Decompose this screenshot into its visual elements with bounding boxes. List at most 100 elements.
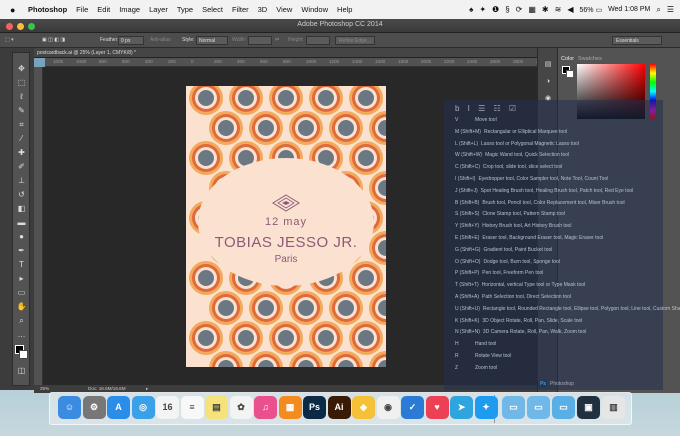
options-bar: ⬚ ▾ ▣ ◫ ◧ ◨ Feather: 0 px Anti-alias Sty… bbox=[0, 33, 680, 48]
notification-icon[interactable]: ❶ bbox=[492, 5, 499, 14]
selection-mode-icons[interactable]: ▣ ◫ ◧ ◨ bbox=[42, 37, 65, 43]
background-color-swatch[interactable] bbox=[19, 350, 28, 359]
notification-center-icon[interactable]: ☰ bbox=[667, 5, 674, 14]
tab-swatches[interactable]: Swatches bbox=[578, 56, 602, 62]
menu-view[interactable]: View bbox=[276, 5, 292, 14]
dropbox-icon[interactable]: ♠ bbox=[469, 5, 473, 14]
system-prefs-icon[interactable]: ⚙ bbox=[82, 396, 106, 419]
quick-select-tool-icon[interactable]: ✎ bbox=[16, 105, 27, 116]
width-input[interactable] bbox=[248, 36, 272, 45]
brush-tool-icon[interactable]: ✐ bbox=[16, 161, 27, 172]
sketch-icon[interactable]: ◆ bbox=[352, 396, 375, 419]
antialias-checkbox[interactable]: Anti-alias bbox=[150, 37, 171, 43]
shape-tool-icon[interactable]: ▭ bbox=[16, 287, 27, 298]
clock[interactable]: Wed 1:08 PM bbox=[608, 6, 650, 13]
itunes-icon[interactable]: ♫ bbox=[254, 396, 277, 419]
menu-3d[interactable]: 3D bbox=[258, 5, 268, 14]
menu-layer[interactable]: Layer bbox=[149, 5, 168, 14]
twitter-icon[interactable]: ✦ bbox=[474, 396, 498, 419]
photoshop-icon[interactable]: Ps bbox=[303, 396, 326, 419]
menu-type[interactable]: Type bbox=[177, 5, 193, 14]
sync-icon[interactable]: ⟳ bbox=[516, 5, 523, 14]
flower-circle bbox=[309, 321, 343, 355]
pocket-icon[interactable]: ♥ bbox=[425, 396, 449, 419]
eyedropper-tool-icon[interactable]: ⁄ bbox=[16, 133, 27, 144]
healing-tool-icon[interactable]: ✚ bbox=[16, 147, 27, 158]
height-input[interactable] bbox=[306, 36, 330, 45]
folder-icon[interactable]: ▭ bbox=[502, 396, 525, 419]
finder-icon[interactable]: ☺ bbox=[58, 396, 81, 419]
menu-file[interactable]: File bbox=[76, 5, 88, 14]
menu-help[interactable]: Help bbox=[337, 5, 352, 14]
safari-icon[interactable]: ◎ bbox=[131, 396, 155, 419]
eraser-tool-icon[interactable]: ◧ bbox=[16, 203, 27, 214]
notes-icon[interactable]: ▤ bbox=[205, 396, 228, 419]
history-icon[interactable]: ▤ bbox=[543, 60, 553, 69]
menu-image[interactable]: Image bbox=[119, 5, 140, 14]
downloads-folder-icon[interactable]: ▭ bbox=[552, 396, 575, 419]
gradient-tool-icon[interactable]: ▬ bbox=[16, 217, 27, 228]
illustrator-icon[interactable]: Ai bbox=[327, 396, 351, 419]
flower-circle bbox=[189, 141, 223, 175]
ruler-tick-label: 600 bbox=[260, 59, 268, 64]
feather-input[interactable]: 0 px bbox=[118, 36, 144, 45]
shortcut-key: C (Shift+C) bbox=[455, 164, 480, 171]
shortcut-item: G (Shift+G) Gradient tool, Paint Bucket t… bbox=[455, 247, 552, 253]
flower-circle bbox=[369, 291, 386, 325]
calendar-icon[interactable]: 16 bbox=[156, 396, 179, 419]
app-store-icon[interactable]: A bbox=[107, 396, 130, 419]
menu-window[interactable]: Window bbox=[301, 5, 328, 14]
style-select[interactable]: Normal bbox=[196, 36, 228, 45]
marquee-tool-icon[interactable]: ⬚ bbox=[16, 77, 27, 88]
apple-icon[interactable]: ● bbox=[10, 5, 22, 15]
screen-icon[interactable]: ▣ bbox=[577, 396, 600, 419]
menu-select[interactable]: Select bbox=[202, 5, 223, 14]
crop-tool-icon[interactable]: ⌗ bbox=[16, 119, 27, 130]
skype-icon[interactable]: § bbox=[505, 5, 509, 14]
workspace-select[interactable]: Essentials bbox=[612, 36, 662, 45]
refine-edge-button[interactable]: Refine Edge... bbox=[335, 36, 375, 45]
ibooks-icon[interactable]: ▦ bbox=[278, 396, 302, 419]
reminders-icon[interactable]: ≡ bbox=[180, 396, 204, 419]
trash-icon[interactable]: ▥ bbox=[602, 396, 625, 419]
quick-mask-icon[interactable]: ◫ bbox=[16, 365, 27, 376]
tab-color[interactable]: Color bbox=[561, 56, 574, 62]
menu-filter[interactable]: Filter bbox=[232, 5, 249, 14]
folder-icon[interactable]: ▭ bbox=[527, 396, 550, 419]
battery-status[interactable]: 56% ▭ bbox=[579, 6, 602, 14]
ruler-tick-label: 200 bbox=[168, 59, 176, 64]
stamp-tool-icon[interactable]: ⊥ bbox=[16, 175, 27, 186]
background-swatch[interactable] bbox=[566, 70, 574, 78]
menu-edit[interactable]: Edit bbox=[97, 5, 110, 14]
ruler-tick-label: 1000 bbox=[76, 59, 87, 64]
zoom-level[interactable]: 25% bbox=[40, 386, 49, 391]
wifi-icon[interactable]: ≋ bbox=[555, 5, 562, 14]
title-bar: Adobe Photoshop CC 2014 bbox=[0, 19, 680, 33]
swap-icon[interactable]: ⇄ bbox=[275, 37, 279, 43]
history-brush-tool-icon[interactable]: ↺ bbox=[16, 189, 27, 200]
menu-photoshop[interactable]: Photoshop bbox=[28, 5, 67, 14]
pen-tool-icon[interactable]: ✒ bbox=[16, 245, 27, 256]
ruler-tick-label: 2800 bbox=[513, 59, 524, 64]
photos-icon[interactable]: ✿ bbox=[229, 396, 253, 419]
twitter-icon[interactable]: ✦ bbox=[479, 5, 486, 14]
type-tool-icon[interactable]: T bbox=[16, 259, 27, 270]
properties-icon[interactable]: ◑ bbox=[543, 78, 553, 87]
grid-icon[interactable]: ▦ bbox=[528, 5, 536, 14]
move-tool-icon[interactable]: ✥ bbox=[16, 63, 27, 74]
telegram-icon[interactable]: ➤ bbox=[450, 396, 473, 419]
hand-tool-icon[interactable]: ✋ bbox=[16, 301, 27, 312]
spotlight-icon[interactable]: ⌕ bbox=[656, 5, 660, 15]
chrome-icon[interactable]: ◉ bbox=[376, 396, 400, 419]
path-select-tool-icon[interactable]: ▸ bbox=[16, 273, 27, 284]
more-tools-icon[interactable]: … bbox=[16, 329, 27, 340]
lasso-tool-icon[interactable]: ℓ bbox=[16, 91, 27, 102]
bluetooth-icon[interactable]: ✱ bbox=[542, 5, 549, 14]
shortcut-key: N (Shift+N) bbox=[455, 329, 480, 336]
marquee-tool-icon[interactable]: ⬚ ▾ bbox=[5, 37, 14, 43]
dodge-tool-icon[interactable]: ● bbox=[16, 231, 27, 242]
volume-icon[interactable]: ◀ bbox=[567, 5, 573, 14]
zoom-tool-icon[interactable]: ⌕ bbox=[16, 315, 27, 326]
document-tab[interactable]: postcardback.ai @ 25% (Layer 1, CMYK/8) … bbox=[34, 48, 540, 58]
wunderlist-icon[interactable]: ✓ bbox=[401, 396, 424, 419]
